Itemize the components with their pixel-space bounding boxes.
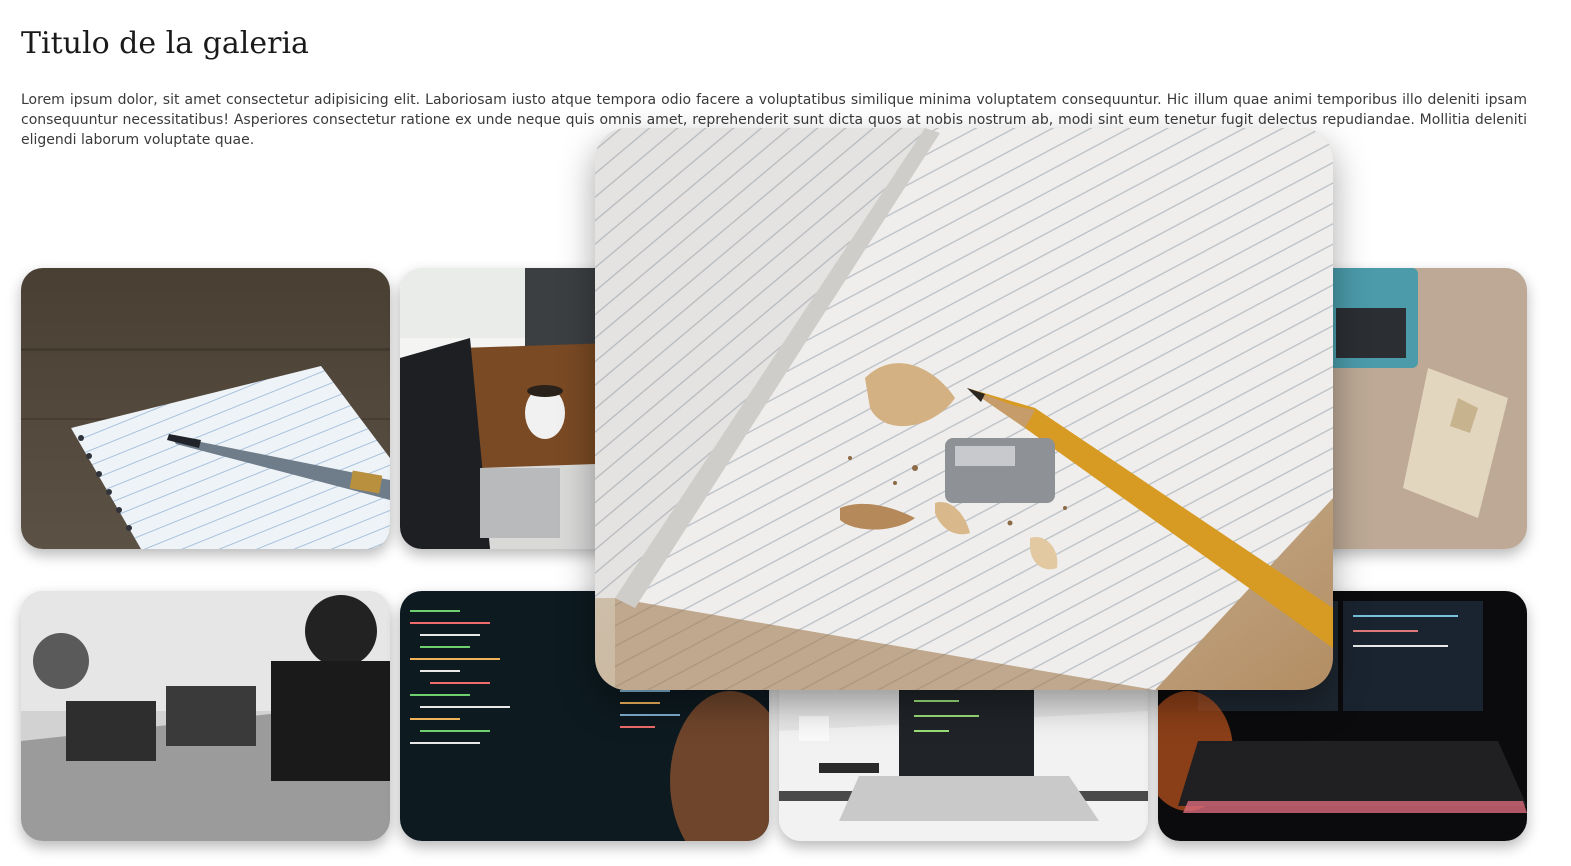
- notebook-pen-photo: [21, 268, 390, 549]
- gallery-image-notebook-pen[interactable]: [21, 268, 390, 549]
- featured-image-notebook-pencil[interactable]: [595, 128, 1333, 690]
- notebook-pencil-photo: [595, 128, 1333, 690]
- gallery-title: Titulo de la galeria: [21, 26, 309, 61]
- gallery-image-people-working[interactable]: [21, 591, 390, 841]
- people-working-photo: [21, 591, 390, 841]
